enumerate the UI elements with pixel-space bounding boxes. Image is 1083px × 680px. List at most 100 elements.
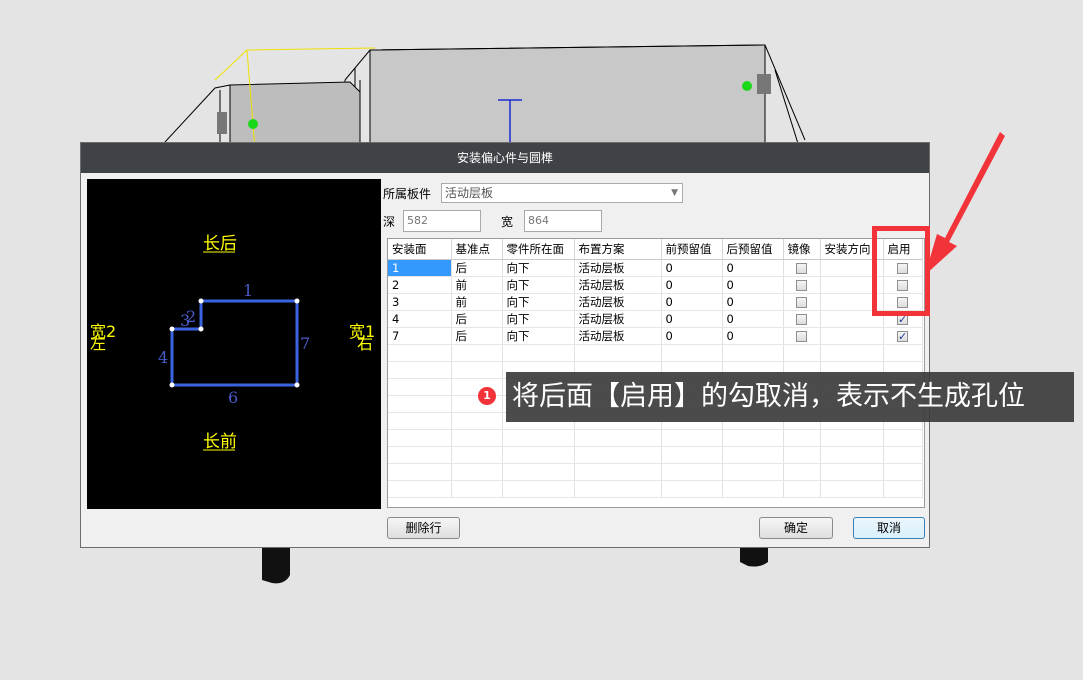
face-cell[interactable]: 4 <box>388 310 452 328</box>
back-cell[interactable]: 0 <box>722 276 784 294</box>
plan-cell[interactable]: 活动层板 <box>574 259 662 277</box>
front-cell[interactable]: 0 <box>661 276 723 294</box>
column-header[interactable]: 镜像 <box>783 239 821 260</box>
back-cell[interactable]: 0 <box>722 293 784 311</box>
ref-cell[interactable]: 后 <box>451 327 503 345</box>
empty-cell <box>574 344 662 362</box>
width-field[interactable]: 864 <box>524 210 602 232</box>
board-label: 所属板件 <box>383 187 432 201</box>
width-label: 宽 <box>501 215 514 229</box>
dir-cell[interactable] <box>820 327 884 345</box>
chevron-down-icon[interactable]: ▼ <box>671 184 678 202</box>
empty-cell <box>388 463 452 481</box>
empty-cell <box>722 463 784 481</box>
preview-top-label: 长后 <box>203 234 237 254</box>
empty-cell <box>661 344 723 362</box>
ref-cell[interactable]: 后 <box>451 259 503 277</box>
plan-cell[interactable]: 活动层板 <box>574 293 662 311</box>
column-header[interactable]: 布置方案 <box>574 239 662 260</box>
side-cell[interactable]: 向下 <box>502 310 575 328</box>
column-header[interactable]: 基准点 <box>451 239 503 260</box>
board-select[interactable]: 活动层板 ▼ <box>441 183 683 203</box>
empty-cell <box>883 344 923 362</box>
plan-cell[interactable]: 活动层板 <box>574 276 662 294</box>
mirror-cell <box>783 276 821 294</box>
ref-cell[interactable]: 后 <box>451 310 503 328</box>
empty-cell <box>661 429 723 447</box>
empty-cell <box>820 429 884 447</box>
side-cell[interactable]: 向下 <box>502 327 575 345</box>
front-cell[interactable]: 0 <box>661 293 723 311</box>
table-row[interactable]: 7 后向下 活动层板 0 0 <box>388 327 923 345</box>
front-cell[interactable]: 0 <box>661 310 723 328</box>
back-cell[interactable]: 0 <box>722 310 784 328</box>
column-header[interactable]: 后预留值 <box>722 239 784 260</box>
preview-bottom-label: 长前 <box>203 432 237 452</box>
empty-row <box>388 446 923 464</box>
back-cell[interactable]: 0 <box>722 327 784 345</box>
empty-cell <box>783 344 821 362</box>
enabled-checkbox[interactable] <box>897 329 908 344</box>
cancel-button[interactable]: 取消 <box>853 517 925 539</box>
edge-label-6: 6 <box>228 388 238 407</box>
empty-cell <box>451 429 503 447</box>
empty-row <box>388 480 923 498</box>
table-row[interactable]: 1 后向下 活动层板 0 0 <box>388 259 923 277</box>
empty-cell <box>722 429 784 447</box>
install-dialog: 安装偏心件与圆榫 长后 长前 宽2 左 宽1 右 1 2 3 4 6 7 所属板… <box>80 142 930 548</box>
front-cell[interactable]: 0 <box>661 327 723 345</box>
empty-row <box>388 429 923 447</box>
mirror-cell <box>783 259 821 277</box>
empty-cell <box>388 361 452 379</box>
empty-cell <box>574 429 662 447</box>
face-cell[interactable]: 3 <box>388 293 452 311</box>
depth-field[interactable]: 582 <box>403 210 481 232</box>
side-cell[interactable]: 向下 <box>502 259 575 277</box>
plan-cell[interactable]: 活动层板 <box>574 327 662 345</box>
empty-cell <box>883 480 923 498</box>
empty-cell <box>574 463 662 481</box>
table-row[interactable]: 3 前向下 活动层板 0 0 <box>388 293 923 311</box>
delete-row-button[interactable]: 删除行 <box>387 517 460 539</box>
empty-cell <box>451 480 503 498</box>
mirror-checkbox[interactable] <box>796 297 807 308</box>
empty-cell <box>502 344 575 362</box>
empty-cell <box>722 446 784 464</box>
empty-cell <box>661 463 723 481</box>
back-cell[interactable]: 0 <box>722 259 784 277</box>
empty-cell <box>783 463 821 481</box>
empty-cell <box>574 480 662 498</box>
empty-row <box>388 344 923 362</box>
empty-cell <box>451 361 503 379</box>
empty-cell <box>451 412 503 430</box>
side-cell[interactable]: 向下 <box>502 293 575 311</box>
mirror-checkbox[interactable] <box>796 280 807 291</box>
empty-cell <box>388 429 452 447</box>
mirror-checkbox[interactable] <box>796 314 807 325</box>
face-cell[interactable]: 7 <box>388 327 452 345</box>
face-cell[interactable]: 2 <box>388 276 452 294</box>
mirror-checkbox[interactable] <box>796 263 807 274</box>
empty-cell <box>388 395 452 413</box>
annotation-tooltip: 将后面【启用】的勾取消，表示不生成孔位 <box>506 372 1074 422</box>
side-cell[interactable]: 向下 <box>502 276 575 294</box>
ref-cell[interactable]: 前 <box>451 276 503 294</box>
column-header[interactable]: 前预留值 <box>661 239 723 260</box>
ref-cell[interactable]: 前 <box>451 293 503 311</box>
column-header[interactable]: 安装面 <box>388 239 452 260</box>
empty-cell <box>388 446 452 464</box>
mirror-cell <box>783 310 821 328</box>
face-cell[interactable]: 1 <box>388 259 452 277</box>
table-row[interactable]: 2 前向下 活动层板 0 0 <box>388 276 923 294</box>
empty-cell <box>451 446 503 464</box>
plan-cell[interactable]: 活动层板 <box>574 310 662 328</box>
mirror-checkbox[interactable] <box>796 331 807 342</box>
empty-cell <box>388 378 452 396</box>
table-row[interactable]: 4 后向下 活动层板 0 0 <box>388 310 923 328</box>
preview-right-label-2: 右 <box>357 334 373 353</box>
front-cell[interactable]: 0 <box>661 259 723 277</box>
ok-button[interactable]: 确定 <box>759 517 833 539</box>
empty-cell <box>722 480 784 498</box>
mirror-cell <box>783 293 821 311</box>
column-header[interactable]: 零件所在面 <box>502 239 575 260</box>
